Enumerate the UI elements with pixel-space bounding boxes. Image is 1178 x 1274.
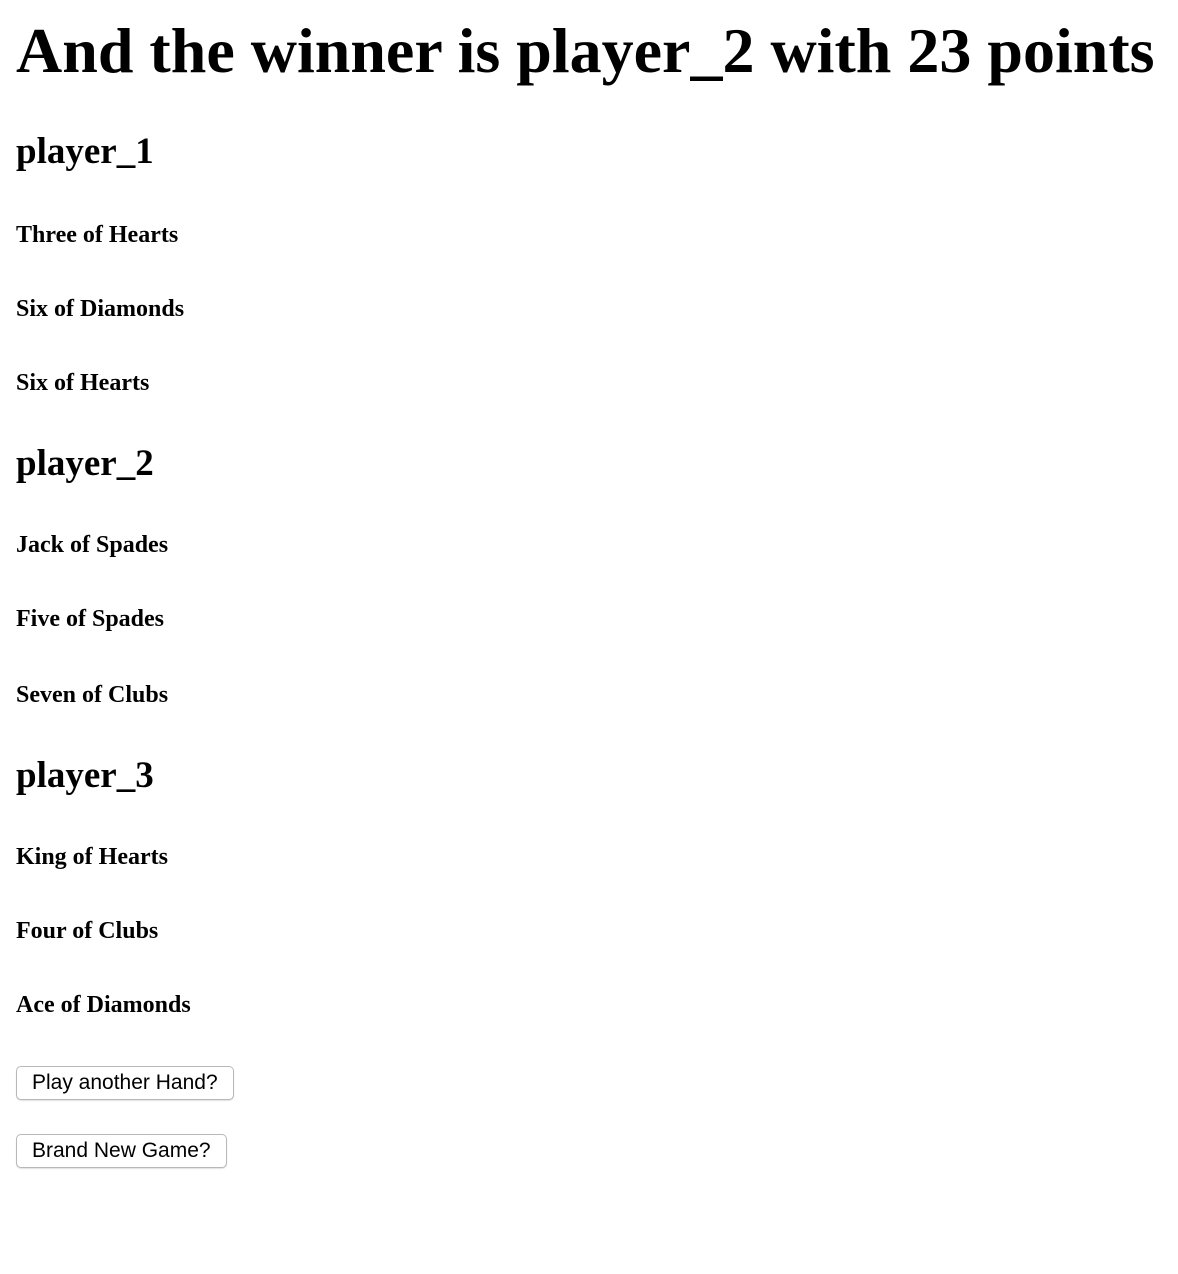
player-3-card-3: Ace of Diamonds: [16, 992, 191, 1018]
player-2-name: player_2: [16, 443, 154, 484]
player-1-card-2: Six of Diamonds: [16, 296, 185, 322]
play-another-hand-button[interactable]: Play another Hand?: [16, 1066, 234, 1100]
player-3-card-1: King of Hearts: [16, 844, 168, 870]
player-3-card-2: Four of Clubs: [16, 918, 159, 944]
player-3-name: player_3: [16, 755, 154, 796]
winner-heading: And the winner is player_2 with 23 point…: [16, 15, 1155, 86]
player-2-card-2: Five of Spades: [16, 606, 165, 632]
player-1-card-3: Six of Hearts: [16, 370, 150, 396]
brand-new-game-button[interactable]: Brand New Game?: [16, 1134, 227, 1168]
player-2-card-3: Seven of Clubs: [16, 682, 169, 708]
player-1-card-1: Three of Hearts: [16, 222, 179, 248]
player-2-card-1: Jack of Spades: [16, 532, 169, 558]
player-1-name: player_1: [16, 131, 154, 172]
